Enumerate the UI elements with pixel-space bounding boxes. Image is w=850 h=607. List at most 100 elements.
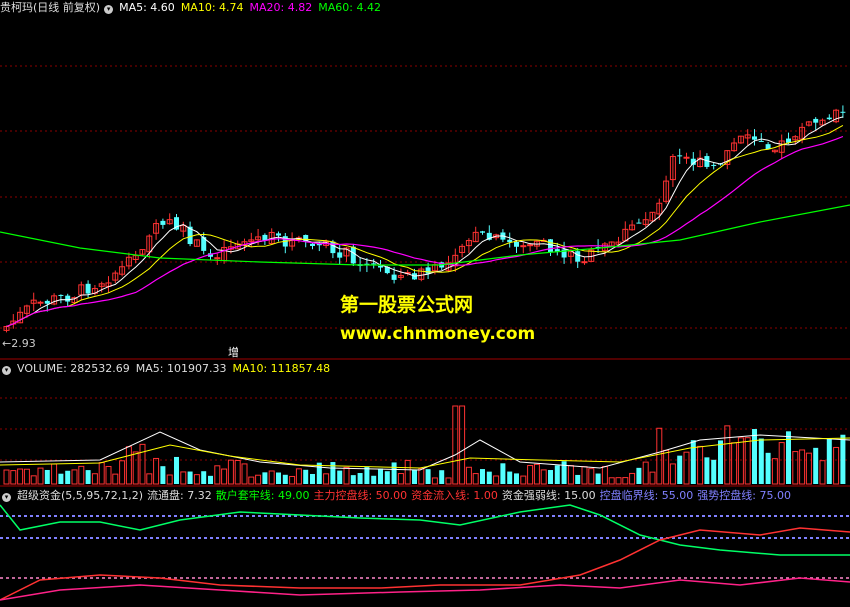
volume-bar — [160, 466, 166, 484]
volume-bar — [112, 473, 119, 485]
volume-bar — [343, 466, 350, 485]
volume-bar — [350, 475, 356, 484]
volume-bar — [554, 465, 560, 484]
volume-bar — [132, 451, 139, 485]
volume-bar — [404, 459, 411, 485]
inflow-line: 资金流入线: 1.00 — [411, 489, 498, 502]
volume-bar — [799, 449, 806, 485]
volume-bar — [561, 461, 567, 484]
critical-line: 控盘临界线: 55.00 — [599, 489, 694, 502]
candle-body — [548, 239, 553, 253]
volume-bar — [500, 463, 506, 484]
volume-bar — [629, 472, 636, 485]
volume-bar — [412, 469, 417, 484]
volume-bar — [459, 405, 466, 485]
main-control-line: 主力控盘线: 50.00 — [313, 489, 408, 502]
volume-bar — [711, 459, 717, 484]
volume-bar — [514, 473, 519, 484]
candle-body — [276, 233, 281, 236]
dropdown-icon[interactable]: ▾ — [2, 493, 11, 502]
candle-body — [480, 231, 485, 233]
volume-bar — [737, 437, 744, 485]
candle-body — [160, 220, 166, 225]
volume-bar — [371, 475, 377, 484]
retail-trap-line — [0, 504, 850, 556]
low-price-label: 2.93 — [11, 337, 36, 350]
volume-bar — [425, 469, 431, 484]
candle-body — [520, 245, 527, 248]
volume-bar — [480, 469, 485, 484]
ma10-value: MA10: 4.74 — [180, 1, 244, 14]
volume-bar — [397, 473, 404, 485]
volume-bar — [758, 438, 764, 484]
volume-bar — [704, 457, 710, 484]
candle-body — [813, 118, 819, 123]
indicator-lines — [0, 504, 850, 601]
volume-bar — [248, 476, 255, 485]
volume-bar — [337, 470, 343, 484]
volume-bar — [357, 473, 363, 484]
volume-bar — [663, 449, 670, 485]
dropdown-icon[interactable]: ▾ — [2, 366, 11, 375]
indicator-header: ▾ 超级资金(5,5,95,72,1,2) 流通盘: 7.32 散户套牢线: 49.0… — [0, 488, 797, 504]
volume-bar — [201, 471, 207, 484]
event-marker[interactable]: 增 — [228, 344, 239, 360]
volume-bar — [581, 466, 588, 485]
volume-bar — [289, 475, 296, 485]
grid-lines — [0, 65, 850, 487]
volume-bar — [78, 465, 85, 485]
volume-bar — [166, 474, 173, 485]
volume-bar — [98, 462, 105, 485]
volume-bar — [465, 466, 472, 485]
volume-bar — [656, 427, 663, 485]
volume-bar — [431, 477, 438, 485]
volume-bar — [105, 465, 112, 485]
volume-bar — [153, 457, 160, 485]
volume-bar — [391, 462, 397, 484]
ma60-value: MA60: 4.42 — [318, 1, 381, 14]
volume-bar — [187, 471, 193, 484]
volume-bar — [520, 475, 527, 485]
volume-bar — [255, 474, 262, 485]
ma20-value: MA20: 4.82 — [249, 1, 313, 14]
candle-body — [636, 222, 642, 224]
volume-bar — [588, 468, 595, 485]
candle-body — [677, 155, 683, 157]
volume-bar — [486, 471, 492, 484]
volume-bar — [439, 470, 445, 484]
volume-bar — [208, 475, 213, 484]
candle-body — [337, 252, 343, 258]
candle-body — [350, 246, 356, 264]
volume-bar — [364, 467, 370, 484]
candle-body — [65, 295, 71, 302]
ma60-line — [0, 204, 850, 266]
main-chart-header: 贵柯玛(日线 前复权) ▾ MA5: 4.60 MA10: 4.74 MA20: 4.8… — [0, 0, 387, 16]
volume-bar — [384, 471, 390, 484]
candle-body — [683, 156, 690, 159]
volume-bar — [85, 470, 91, 484]
volume-bar — [452, 405, 459, 485]
volume-bar — [642, 461, 649, 485]
dropdown-icon[interactable]: ▾ — [104, 5, 114, 14]
volume-bar — [819, 460, 826, 485]
candle-body — [37, 301, 44, 304]
volume-bar — [840, 434, 846, 484]
volume-bar — [37, 467, 44, 485]
volume-ma5: MA5: 101907.33 — [135, 362, 227, 375]
volume-header: ▾ VOLUME: 282532.69 MA5: 101907.33 MA10: 11… — [0, 361, 336, 377]
volume-bar — [567, 465, 574, 485]
candle-body — [214, 257, 221, 260]
volume-bar — [418, 468, 425, 485]
retail-line: 散户套牢线: 49.00 — [215, 489, 310, 502]
watermark-title: 第一股票公式网 — [340, 294, 474, 316]
volume-bar — [44, 469, 50, 484]
volume-bar — [30, 475, 37, 485]
volume-bar — [608, 477, 615, 485]
volume-ma10: MA10: 111857.48 — [232, 362, 331, 375]
volume-bar — [91, 473, 98, 485]
volume-bar — [533, 463, 540, 485]
volume-bar — [445, 477, 452, 485]
volume-bar — [472, 473, 479, 485]
candle-body — [758, 140, 764, 142]
candle-body — [310, 243, 315, 246]
